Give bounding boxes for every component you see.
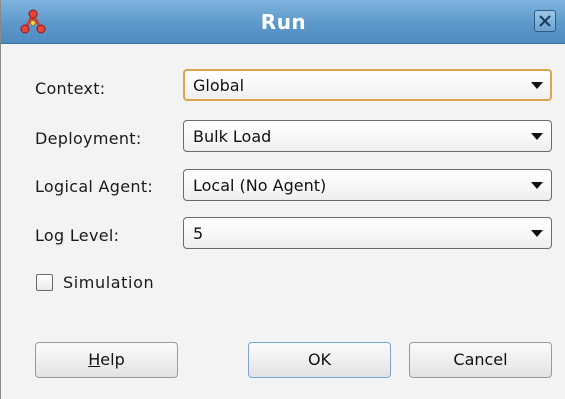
close-button[interactable] [534, 10, 556, 32]
ok-button[interactable]: OK [248, 342, 391, 378]
chevron-down-icon [531, 230, 543, 237]
run-dialog: Run Context: Global Deployment: Bulk Loa… [0, 0, 565, 399]
logical-agent-value: Local (No Agent) [193, 176, 327, 195]
help-mnemonic: H [88, 350, 101, 369]
chevron-down-icon [531, 133, 543, 140]
chevron-down-icon [531, 82, 543, 89]
help-label-rest: elp [100, 350, 125, 369]
title-bar[interactable]: Run [1, 0, 565, 44]
simulation-label[interactable]: Simulation [63, 273, 154, 292]
logical-agent-select[interactable]: Local (No Agent) [183, 169, 552, 201]
logical-agent-label: Logical Agent: [35, 177, 154, 196]
cancel-button[interactable]: Cancel [409, 342, 552, 378]
deployment-value: Bulk Load [193, 127, 272, 146]
dialog-content: Context: Global Deployment: Bulk Load Lo… [1, 44, 565, 399]
simulation-checkbox[interactable] [36, 274, 53, 291]
log-level-select[interactable]: 5 [183, 217, 552, 249]
context-select[interactable]: Global [183, 69, 552, 101]
close-icon [539, 15, 551, 27]
chevron-down-icon [531, 182, 543, 189]
log-level-label: Log Level: [35, 226, 120, 245]
context-value: Global [193, 76, 245, 95]
ok-label: OK [307, 350, 332, 369]
dialog-title: Run [260, 10, 307, 34]
context-label: Context: [35, 79, 106, 98]
cancel-label: Cancel [453, 350, 508, 369]
help-button[interactable]: Help [35, 342, 178, 378]
log-level-value: 5 [193, 224, 204, 243]
deployment-select[interactable]: Bulk Load [183, 120, 552, 152]
deployment-label: Deployment: [35, 129, 142, 148]
